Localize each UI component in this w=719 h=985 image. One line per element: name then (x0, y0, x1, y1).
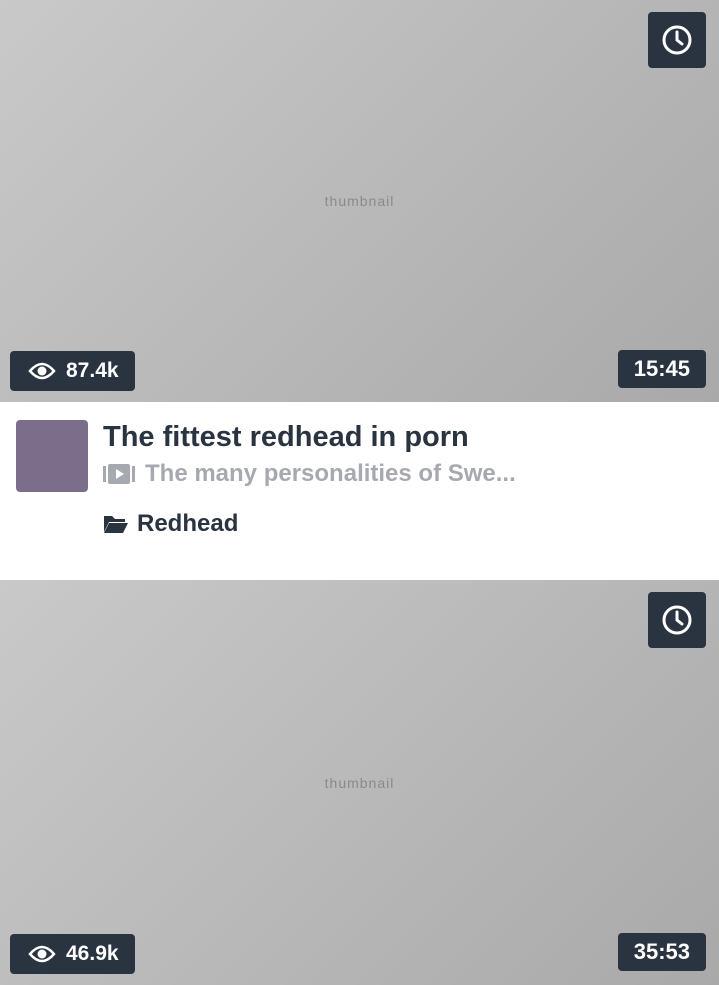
duration-text: 15:45 (633, 356, 690, 381)
duration-badge: 35:53 (617, 933, 706, 971)
channel-avatar[interactable] (16, 420, 88, 492)
views-badge: 46.9k (10, 934, 135, 974)
duration-text: 35:53 (633, 939, 690, 964)
views-badge: 87.4k (10, 351, 135, 391)
video-title[interactable]: The fittest redhead in porn (103, 420, 516, 454)
views-count: 46.9k (66, 942, 119, 965)
eye-icon (28, 945, 56, 963)
category-name: Redhead (137, 510, 239, 537)
thumbnail-placeholder: thumbnail (324, 193, 395, 209)
channel-link[interactable]: The many personalities of Swe... (103, 460, 516, 488)
video-card[interactable]: thumbnail 46.9k 35:53 (0, 580, 719, 985)
views-count: 87.4k (66, 359, 119, 382)
category-link[interactable]: Redhead (103, 510, 516, 538)
video-thumbnail[interactable]: thumbnail 87.4k 15:45 (0, 0, 719, 402)
video-thumbnail[interactable]: thumbnail 46.9k 35:53 (0, 580, 719, 985)
eye-icon (28, 362, 56, 380)
clock-icon (662, 25, 692, 55)
video-info: The fittest redhead in porn The many per… (0, 402, 719, 580)
channel-name: The many personalities of Swe... (145, 460, 516, 487)
video-icon (103, 464, 135, 484)
thumbnail-placeholder: thumbnail (324, 774, 395, 791)
duration-badge: 15:45 (617, 350, 706, 388)
folder-icon (104, 516, 128, 533)
video-card[interactable]: thumbnail 87.4k 15:45 The fittest redhea… (0, 0, 719, 580)
video-text: The fittest redhead in porn The many per… (103, 420, 516, 580)
clock-icon (662, 605, 692, 635)
watch-later-button[interactable] (648, 12, 706, 68)
watch-later-button[interactable] (648, 592, 706, 648)
